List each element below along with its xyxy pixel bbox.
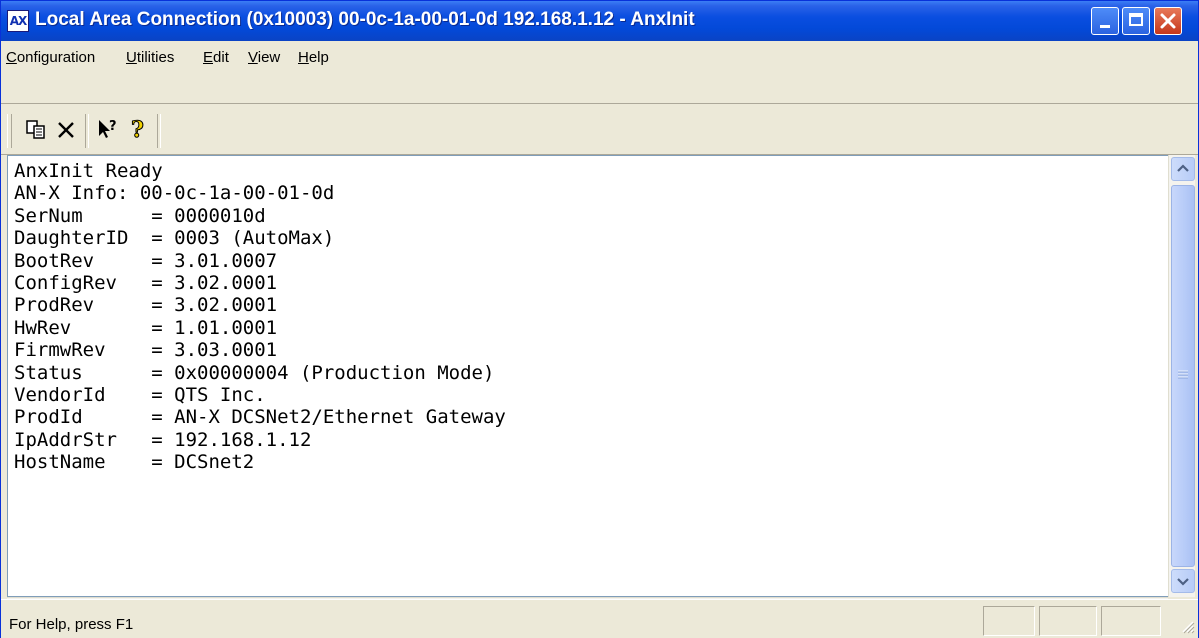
output-line: Status = 0x00000004 (Production Mode): [14, 361, 495, 384]
menu-edit-hotkey: E: [203, 49, 214, 66]
output-text: AnxInit Ready AN-X Info: 00-0c-1a-00-01-…: [14, 160, 506, 474]
output-line: ProdRev = 3.02.0001: [14, 294, 278, 317]
menu-configuration-label: onfiguration: [16, 49, 96, 66]
output-line: FirmwRev = 3.03.0001: [14, 339, 278, 362]
close-button[interactable]: [1154, 7, 1182, 35]
output-line: IpAddrStr = 192.168.1.12: [14, 428, 312, 451]
menu-utilities-label: tilities: [136, 49, 175, 66]
scroll-up-button[interactable]: [1171, 157, 1195, 181]
menu-bar: Configuration Utilities Edit View Help: [1, 41, 1198, 104]
maximize-icon: [1129, 13, 1143, 26]
menu-help-hotkey: H: [298, 49, 309, 66]
minimize-button[interactable]: [1091, 7, 1119, 35]
title-bar[interactable]: AX Local Area Connection (0x10003) 00-0c…: [1, 1, 1198, 41]
svg-text:?: ?: [109, 119, 117, 134]
grip-icon: [1178, 370, 1188, 379]
vertical-scrollbar[interactable]: [1168, 155, 1195, 597]
menu-utilities[interactable]: Utilities: [126, 49, 174, 66]
scroll-down-button[interactable]: [1171, 569, 1195, 593]
svg-text:?: ?: [131, 117, 144, 141]
toolbar-separator: [85, 114, 89, 148]
output-line: VendorId = QTS Inc.: [14, 384, 266, 407]
output-line: DaughterID = 0003 (AutoMax): [14, 227, 335, 250]
output-pane[interactable]: AnxInit Ready AN-X Info: 00-0c-1a-00-01-…: [7, 155, 1175, 597]
menu-utilities-hotkey: U: [126, 49, 137, 66]
menu-edit[interactable]: Edit: [203, 49, 229, 66]
chevron-up-icon: [1177, 164, 1189, 172]
context-help-icon: ?: [99, 119, 117, 138]
main-window: AX Local Area Connection (0x10003) 00-0c…: [0, 0, 1199, 638]
resize-grip-icon[interactable]: [1179, 618, 1195, 634]
output-line: SerNum = 0000010d: [14, 204, 266, 227]
chevron-down-icon: [1177, 578, 1189, 586]
delete-button[interactable]: [53, 116, 79, 142]
output-line: BootRev = 3.01.0007: [14, 249, 278, 272]
toolbar-grip[interactable]: [7, 114, 12, 148]
about-help-button[interactable]: ?: [125, 116, 151, 142]
menu-configuration[interactable]: Configuration: [6, 49, 95, 66]
about-help-icon: ?: [131, 117, 145, 141]
status-text: For Help, press F1: [9, 616, 134, 633]
output-line: ProdId = AN-X DCSNet2/Ethernet Gateway: [14, 406, 506, 429]
copy-button[interactable]: [23, 116, 49, 142]
menu-view-hotkey: V: [248, 49, 258, 66]
menu-edit-label: dit: [213, 49, 229, 66]
output-line: ConfigRev = 3.02.0001: [14, 272, 278, 295]
delete-icon: [58, 122, 74, 138]
toolbar-separator: [157, 114, 161, 148]
toolbar: ? ?: [1, 103, 1198, 155]
app-icon[interactable]: AX: [7, 10, 29, 32]
output-line: AN-X Info: 00-0c-1a-00-01-0d: [14, 182, 335, 205]
menu-configuration-hotkey: C: [6, 49, 17, 66]
maximize-button[interactable]: [1122, 7, 1150, 35]
menu-view-label: iew: [257, 49, 281, 66]
menu-help-label: elp: [308, 49, 329, 66]
output-line: HwRev = 1.01.0001: [14, 316, 278, 339]
context-help-button[interactable]: ?: [95, 116, 121, 142]
menu-help[interactable]: Help: [298, 49, 329, 66]
close-icon: [1160, 13, 1176, 29]
window-title: Local Area Connection (0x10003) 00-0c-1a…: [35, 9, 695, 30]
vertical-scroll-thumb[interactable]: [1171, 185, 1195, 567]
menu-view[interactable]: View: [248, 49, 280, 66]
status-panel: [983, 606, 1035, 636]
output-line: HostName = DCSnet2: [14, 451, 255, 474]
copy-icon: [26, 120, 45, 139]
status-panel: [1101, 606, 1161, 636]
minimize-icon: [1100, 25, 1110, 28]
output-line: AnxInit Ready: [14, 160, 163, 182]
status-panel: [1039, 606, 1097, 636]
status-bar: For Help, press F1: [1, 599, 1198, 638]
